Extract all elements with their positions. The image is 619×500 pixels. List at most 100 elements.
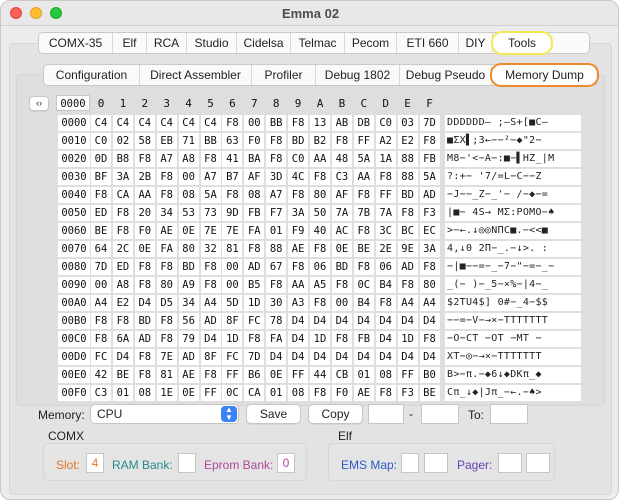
hex-byte-cell[interactable]: D4 [353, 313, 374, 329]
ems-map-field-1[interactable] [401, 453, 419, 473]
hex-byte-cell[interactable]: AF [244, 169, 265, 185]
hex-byte-cell[interactable]: D4 [375, 331, 396, 347]
hex-byte-cell[interactable]: 42 [91, 367, 111, 383]
hex-byte-cell[interactable]: 56 [178, 313, 199, 329]
hex-byte-cell[interactable]: D4 [112, 349, 133, 365]
hex-byte-cell[interactable]: AC [331, 223, 352, 239]
hex-byte-cell[interactable]: F8 [200, 277, 221, 293]
computer-tab-eti-660[interactable]: ETI 660 [397, 33, 459, 53]
memory-type-select[interactable]: CPU ▲ ▼ [90, 404, 239, 424]
hex-byte-cell[interactable]: D4 [288, 313, 309, 329]
hex-byte-cell[interactable]: 13 [310, 115, 330, 131]
hex-byte-cell[interactable]: 0E [266, 367, 287, 383]
hex-byte-cell[interactable]: 00 [91, 277, 111, 293]
computer-tab-studio[interactable]: Studio [187, 33, 237, 53]
hex-byte-cell[interactable]: FC [222, 349, 243, 365]
hex-byte-cell[interactable]: F8 [353, 223, 374, 239]
hex-byte-cell[interactable]: 80 [178, 241, 199, 257]
computer-tab-telmac[interactable]: Telmac [291, 33, 345, 53]
hex-byte-cell[interactable]: F8 [310, 295, 330, 311]
hex-byte-cell[interactable]: ED [91, 205, 111, 221]
computer-tab-pecom[interactable]: Pecom [345, 33, 397, 53]
tool-tab-debug-1802[interactable]: Debug 1802 [316, 65, 400, 85]
hex-byte-cell[interactable]: 67 [266, 259, 287, 275]
hex-byte-cell[interactable]: F8 [112, 223, 133, 239]
hex-byte-cell[interactable]: F0 [244, 133, 265, 149]
hex-byte-cell[interactable]: BD [331, 259, 352, 275]
hex-byte-cell[interactable]: 3C [375, 223, 396, 239]
hex-byte-cell[interactable]: A4 [397, 295, 418, 311]
hex-byte-cell[interactable]: F8 [156, 187, 177, 203]
hex-byte-cell[interactable]: F3 [397, 385, 418, 401]
hex-byte-cell[interactable]: 08 [178, 187, 199, 203]
hex-byte-cell[interactable]: BE [112, 367, 133, 383]
hex-byte-cell[interactable]: 80 [419, 277, 440, 293]
hex-byte-cell[interactable]: 6A [112, 331, 133, 347]
hex-byte-cell[interactable]: AA [288, 277, 309, 293]
hex-byte-cell[interactable]: A5 [310, 277, 330, 293]
save-button[interactable]: Save [246, 404, 301, 424]
hex-byte-cell[interactable]: EC [419, 223, 440, 239]
hex-byte-cell[interactable]: FC [91, 349, 111, 365]
hex-byte-cell[interactable]: C4 [91, 115, 111, 131]
hex-byte-cell[interactable]: A4 [200, 295, 221, 311]
hex-byte-cell[interactable]: BB [200, 133, 221, 149]
hex-byte-cell[interactable]: CA [244, 385, 265, 401]
hex-byte-cell[interactable]: F8 [156, 259, 177, 275]
hex-byte-cell[interactable]: F8 [134, 277, 155, 293]
hex-byte-cell[interactable]: 7D [244, 349, 265, 365]
hex-byte-cell[interactable]: AB [331, 115, 352, 131]
hex-byte-cell[interactable]: D4 [134, 295, 155, 311]
hex-byte-cell[interactable]: F8 [134, 151, 155, 167]
hex-byte-cell[interactable]: AE [288, 241, 309, 257]
hex-byte-cell[interactable]: F8 [156, 169, 177, 185]
hex-byte-cell[interactable]: D4 [375, 349, 396, 365]
hex-byte-cell[interactable]: 7E [222, 223, 243, 239]
hex-byte-cell[interactable]: 08 [375, 367, 396, 383]
copy-start-field[interactable] [368, 404, 404, 424]
hex-byte-cell[interactable]: F8 [288, 259, 309, 275]
hex-byte-cell[interactable]: 53 [178, 205, 199, 221]
hex-byte-cell[interactable]: F8 [112, 205, 133, 221]
hex-byte-cell[interactable]: AA [310, 151, 330, 167]
hex-byte-cell[interactable]: BD [134, 313, 155, 329]
hex-byte-cell[interactable]: AE [178, 367, 199, 383]
hex-byte-cell[interactable]: D4 [353, 349, 374, 365]
hex-byte-cell[interactable]: 30 [266, 295, 287, 311]
hex-byte-cell[interactable]: F8 [134, 367, 155, 383]
hex-byte-cell[interactable]: F8 [200, 259, 221, 275]
ram-bank-field[interactable] [178, 453, 196, 473]
hex-byte-cell[interactable]: 80 [156, 277, 177, 293]
hex-byte-cell[interactable]: FA [266, 331, 287, 347]
tool-tab-profiler[interactable]: Profiler [252, 65, 316, 85]
hex-byte-cell[interactable]: 4C [288, 169, 309, 185]
eprom-bank-field[interactable]: 0 [277, 453, 295, 473]
hex-byte-cell[interactable]: C4 [178, 115, 199, 131]
hex-byte-cell[interactable]: 5A [353, 151, 374, 167]
hex-byte-cell[interactable]: 01 [266, 385, 287, 401]
hex-byte-cell[interactable]: C4 [134, 115, 155, 131]
hex-byte-cell[interactable]: 88 [266, 241, 287, 257]
hex-byte-cell[interactable]: B7 [222, 169, 243, 185]
hex-byte-cell[interactable]: AA [353, 169, 374, 185]
hex-byte-cell[interactable]: B4 [375, 277, 396, 293]
hex-byte-cell[interactable]: 7D [91, 259, 111, 275]
hex-byte-cell[interactable]: A8 [178, 151, 199, 167]
hex-byte-cell[interactable]: 1D [397, 331, 418, 347]
hex-byte-cell[interactable]: D4 [375, 313, 396, 329]
hex-byte-cell[interactable]: F8 [222, 187, 243, 203]
hex-byte-cell[interactable]: D4 [288, 349, 309, 365]
hex-byte-cell[interactable]: D5 [156, 295, 177, 311]
hex-byte-cell[interactable]: 00 [222, 277, 243, 293]
hex-byte-cell[interactable]: F8 [310, 385, 330, 401]
hex-byte-cell[interactable]: 50 [310, 205, 330, 221]
hex-byte-cell[interactable]: AD [419, 187, 440, 203]
computer-tab-comx-35[interactable]: COMX-35 [39, 33, 113, 53]
hex-byte-cell[interactable]: F8 [244, 241, 265, 257]
hex-byte-cell[interactable]: E2 [112, 295, 133, 311]
hex-byte-cell[interactable]: FB [244, 205, 265, 221]
hex-byte-cell[interactable]: A2 [375, 133, 396, 149]
hex-byte-cell[interactable]: D4 [266, 349, 287, 365]
hex-byte-cell[interactable]: AA [134, 187, 155, 203]
hex-byte-cell[interactable]: F7 [266, 205, 287, 221]
